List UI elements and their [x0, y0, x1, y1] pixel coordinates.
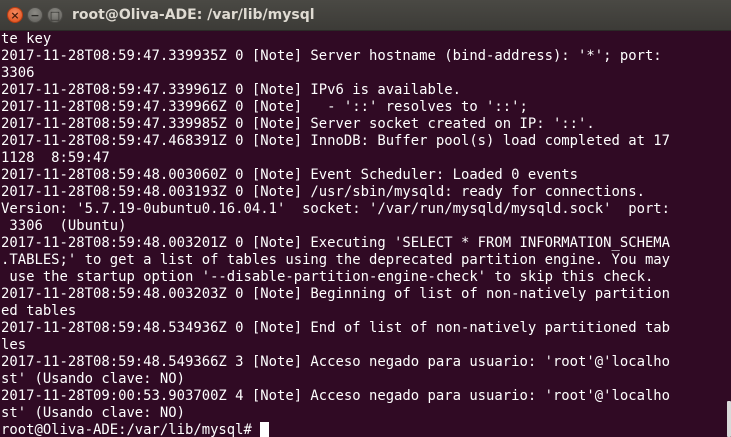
terminal-line: st' (Usando clave: NO) [1, 405, 185, 421]
terminal-line: 2017-11-28T08:59:48.534936Z 0 [Note] End… [1, 320, 671, 336]
maximize-button[interactable]: □ [47, 7, 63, 23]
close-button[interactable]: × [7, 7, 23, 23]
minimize-button[interactable]: − [27, 7, 43, 23]
terminal-line: ed tables [1, 303, 77, 319]
minimize-icon: − [30, 9, 40, 22]
terminal-line: use the startup option '--disable-partit… [1, 269, 654, 285]
maximize-icon: □ [49, 9, 61, 22]
shell-prompt: root@Oliva-ADE:/var/lib/mysql# [1, 422, 261, 437]
terminal-line: Version: '5.7.19-0ubuntu0.16.04.1' socke… [1, 201, 671, 217]
scrollbar-thumb[interactable] [727, 401, 731, 437]
close-icon: × [10, 9, 20, 22]
prompt-line[interactable]: root@Oliva-ADE:/var/lib/mysql# [0, 422, 727, 437]
terminal-line: 2017-11-28T08:59:47.468391Z 0 [Note] Inn… [1, 133, 671, 149]
terminal-line: st' (Usando clave: NO) [1, 371, 185, 387]
title-bar[interactable]: × − □ root@Oliva-ADE: /var/lib/mysql [0, 0, 731, 31]
terminal-line: 1128 8:59:47 [1, 150, 110, 166]
terminal-line: 3306 [1, 65, 35, 81]
terminal-line: 2017-11-28T08:59:48.003193Z 0 [Note] /us… [1, 184, 645, 200]
terminal-line: 2017-11-28T08:59:48.549366Z 3 [Note] Acc… [1, 354, 671, 370]
terminal-window: × − □ root@Oliva-ADE: /var/lib/mysql te … [0, 0, 731, 437]
terminal-line: les [1, 337, 27, 353]
terminal-line: .TABLES;' to get a list of tables using … [1, 252, 671, 268]
scrollbar[interactable] [727, 31, 731, 437]
terminal-line: 2017-11-28T08:59:48.003203Z 0 [Note] Beg… [1, 286, 671, 302]
terminal-line: 2017-11-28T08:59:47.339961Z 0 [Note] IPv… [1, 82, 461, 98]
terminal-line: 2017-11-28T08:59:47.339985Z 0 [Note] Ser… [1, 116, 595, 132]
terminal-line: 2017-11-28T08:59:47.339966Z 0 [Note] - '… [1, 99, 528, 115]
terminal-line: 2017-11-28T09:00:53.903700Z 4 [Note] Acc… [1, 388, 671, 404]
terminal-line: 2017-11-28T08:59:48.003060Z 0 [Note] Eve… [1, 167, 579, 183]
terminal-line: 2017-11-28T08:59:47.339935Z 0 [Note] Ser… [1, 48, 662, 64]
terminal-line: 3306 (Ubuntu) [1, 218, 127, 234]
terminal-line: 2017-11-28T08:59:48.003201Z 0 [Note] Exe… [1, 235, 671, 251]
terminal-line: te key [1, 31, 52, 47]
text-cursor [260, 422, 270, 437]
terminal-output[interactable]: te key 2017-11-28T08:59:47.339935Z 0 [No… [0, 31, 727, 437]
window-title: root@Oliva-ADE: /var/lib/mysql [72, 7, 315, 23]
